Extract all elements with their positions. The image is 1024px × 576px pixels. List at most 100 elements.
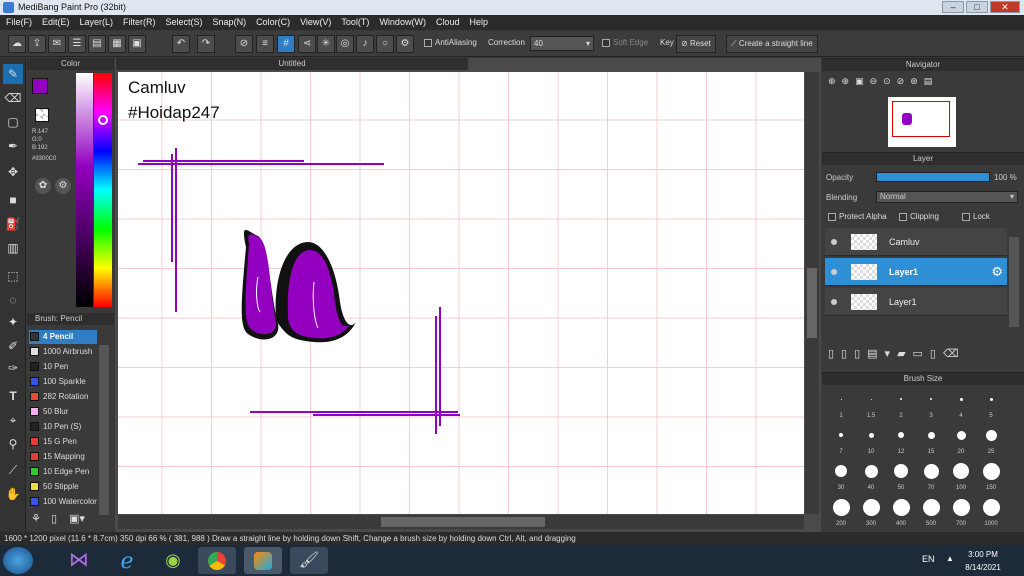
brush-size-option[interactable]: 3 — [916, 389, 946, 419]
palette-icon[interactable]: ✿ — [35, 178, 51, 194]
brush-size-option[interactable]: 12 — [886, 425, 916, 455]
opacity-slider[interactable] — [876, 172, 990, 182]
divide-tool-icon[interactable]: ⟋ — [3, 460, 23, 480]
visual-studio-icon[interactable]: ⋈ — [60, 547, 98, 574]
brush-item[interactable]: 10 Pen — [29, 360, 97, 374]
parallel-snap-icon[interactable]: ≡ — [256, 35, 274, 53]
menu-color[interactable]: Color(C) — [256, 15, 290, 30]
brush-size-option[interactable]: 7 — [826, 425, 856, 455]
select-pen-tool-icon[interactable]: ✐ — [3, 336, 23, 356]
brush-item[interactable]: 15 Mapping — [29, 450, 97, 464]
brush-size-option[interactable]: 700 — [946, 497, 976, 527]
brush-size-option[interactable]: 1000 — [976, 497, 1006, 527]
maximize-button[interactable]: □ — [966, 1, 988, 13]
brush-size-option[interactable]: 100 — [946, 461, 976, 491]
palette-settings-icon[interactable]: ⚙ — [55, 178, 71, 194]
internet-explorer-icon[interactable]: ℯ — [108, 547, 146, 574]
brush-size-option[interactable]: 10 — [856, 425, 886, 455]
straight-line-button[interactable]: ⟋ Create a straight line — [726, 35, 818, 53]
menu-cloud[interactable]: Cloud — [436, 15, 460, 30]
brush-size-option[interactable]: 2 — [886, 389, 916, 419]
brush-item[interactable]: 10 Pen (S) — [29, 420, 97, 434]
transparent-swatch[interactable] — [35, 108, 49, 122]
menu-select[interactable]: Select(S) — [166, 15, 203, 30]
brush-item[interactable]: 50 Stipple — [29, 480, 97, 494]
chrome-icon[interactable] — [198, 547, 236, 574]
rectangle-tool-icon[interactable]: ▢ — [3, 112, 23, 132]
canvas-vertical-scrollbar[interactable] — [805, 72, 819, 514]
saturation-slider[interactable] — [76, 73, 93, 307]
brush-size-option[interactable]: 40 — [856, 461, 886, 491]
brush-size-option[interactable]: 400 — [886, 497, 916, 527]
brush-item[interactable]: 15 G Pen — [29, 435, 97, 449]
correction-select[interactable]: 40 ▾ — [530, 36, 594, 51]
document-icon[interactable]: ▤ — [88, 35, 106, 53]
lasso-tool-icon[interactable]: ◌ — [3, 290, 23, 310]
brush-size-option[interactable]: 150 — [976, 461, 1006, 491]
minimize-button[interactable]: – — [942, 1, 964, 13]
soft-edge-checkbox[interactable] — [602, 38, 610, 47]
brush-item[interactable]: 10 Edge Pen — [29, 465, 97, 479]
hand-tool-icon[interactable]: ✋ — [3, 484, 23, 504]
undo-icon[interactable]: ↶ — [172, 35, 190, 53]
operation-tool-icon[interactable]: ⌖ — [3, 410, 23, 430]
visibility-icon[interactable] — [831, 239, 837, 245]
coccoc-browser-icon[interactable]: ◉ — [154, 547, 192, 574]
comment-icon[interactable]: ✉ — [48, 35, 66, 53]
medibang-taskbar-icon[interactable] — [244, 547, 282, 574]
brush-item[interactable]: 50 Blur — [29, 405, 97, 419]
brush-size-option[interactable]: 4 — [946, 389, 976, 419]
blending-select[interactable]: Normal ▾ — [876, 191, 1018, 203]
brush-size-option[interactable]: 500 — [916, 497, 946, 527]
clipping-option[interactable]: Clipping — [899, 212, 939, 221]
brush-item[interactable]: 282 Rotation — [29, 390, 97, 404]
drawing-canvas[interactable]: Camluv #Hoidap247 — [118, 72, 804, 514]
navigator-toolbar[interactable]: ⊕⊕▣⊖⊙⊘⊛▤ — [828, 76, 978, 92]
brush-size-option[interactable]: 30 — [826, 461, 856, 491]
move-tool-icon[interactable]: ✥ — [3, 162, 23, 182]
brush-menu-icon[interactable]: ▣▾ — [69, 512, 85, 525]
brush-size-option[interactable]: 70 — [916, 461, 946, 491]
text-tool-icon[interactable]: T — [3, 386, 23, 406]
brush-tool-icon[interactable]: ✎ — [3, 64, 23, 84]
brush-size-option[interactable]: 200 — [826, 497, 856, 527]
brush-size-option[interactable]: 1 — [826, 389, 856, 419]
antialiasing-checkbox[interactable] — [424, 38, 432, 47]
navigator-preview[interactable] — [888, 97, 956, 147]
protect-alpha-checkbox[interactable] — [828, 212, 836, 221]
canvas-horizontal-scrollbar[interactable] — [118, 515, 804, 529]
menu-filter[interactable]: Filter(R) — [123, 15, 156, 30]
menu-layer[interactable]: Layer(L) — [80, 15, 114, 30]
start-button-icon[interactable] — [3, 547, 33, 574]
menu-window[interactable]: Window(W) — [379, 15, 426, 30]
perspective-snap-icon[interactable]: ⋖ — [298, 35, 316, 53]
brush-size-option[interactable]: 15 — [916, 425, 946, 455]
vertical-scroll-thumb[interactable] — [807, 268, 817, 338]
clock[interactable]: 3:00 PM 8/14/2021 — [958, 548, 1008, 574]
tile-icon[interactable]: ▣ — [128, 35, 146, 53]
layer-actions-toolbar[interactable]: ▯▯▯▤▾▰▭▯⌫ — [828, 347, 966, 360]
hue-slider[interactable] — [94, 73, 112, 307]
menu-snap[interactable]: Snap(N) — [213, 15, 247, 30]
eraser-tool-icon[interactable]: ⌫ — [3, 88, 23, 108]
eyedropper-tool-icon[interactable]: ⚲ — [3, 434, 23, 454]
brush-item[interactable]: 1000 Airbrush — [29, 345, 97, 359]
grid-snap-icon[interactable]: # — [277, 35, 295, 53]
brush-item[interactable]: 100 Sparkle — [29, 375, 97, 389]
soft-edge-option[interactable]: Soft Edge — [602, 38, 648, 47]
visibility-icon[interactable] — [831, 269, 837, 275]
snap-off-icon[interactable]: ⊘ — [235, 35, 253, 53]
grid-doc-icon[interactable]: ▦ — [108, 35, 126, 53]
brush-list-scrollbar[interactable] — [99, 345, 109, 515]
select-eraser-tool-icon[interactable]: ✑ — [3, 358, 23, 378]
layer-settings-gear-icon[interactable]: ⚙ — [991, 258, 1003, 286]
close-button[interactable]: ✕ — [990, 1, 1020, 13]
brush-size-option[interactable]: 20 — [946, 425, 976, 455]
layer-row-camluv[interactable]: Camluv — [825, 228, 1007, 256]
gradient-tool-icon[interactable]: ▥ — [3, 238, 23, 258]
menu-edit[interactable]: Edit(E) — [42, 15, 70, 30]
protect-alpha-option[interactable]: Protect Alpha — [828, 212, 887, 221]
brush-size-option[interactable]: 1.5 — [856, 389, 886, 419]
bucket-tool-icon[interactable]: ⛽ — [3, 214, 23, 234]
select-tool-icon[interactable]: ⬚ — [3, 266, 23, 286]
